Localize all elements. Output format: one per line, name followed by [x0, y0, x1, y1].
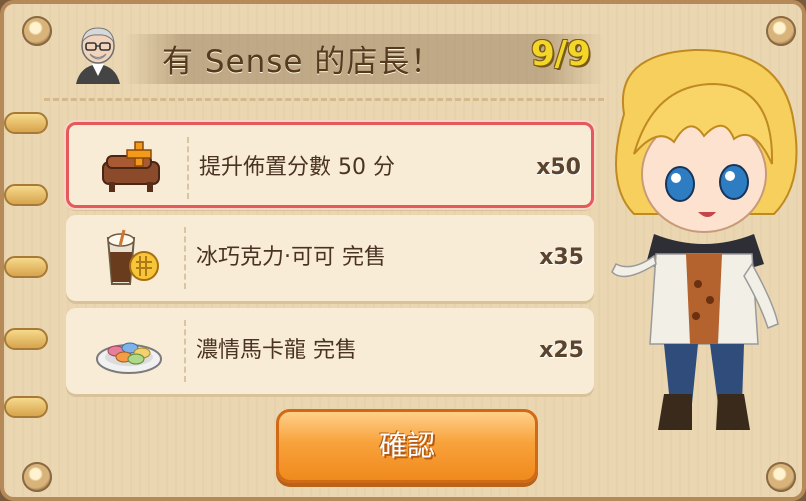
- binder-ring: [4, 256, 48, 278]
- row-separator: [184, 320, 186, 382]
- row-separator: [184, 227, 186, 289]
- reward-row-layout-score[interactable]: 提升佈置分數 50 分 x50: [66, 122, 594, 208]
- macaron-plate-icon: [96, 342, 162, 374]
- reward-quantity: x25: [539, 338, 584, 363]
- binder-ring: [4, 112, 48, 134]
- binder-ring: [4, 328, 48, 350]
- iced-chocolate-icon: [106, 229, 159, 285]
- furniture-plus-icon: [102, 141, 160, 192]
- quest-board: 有 Sense 的店長！ 9/9 提升佈置分數 50 分 x50 冰巧克力‧可可…: [0, 0, 806, 501]
- reward-quantity: x35: [539, 245, 584, 270]
- reward-label: 冰巧克力‧可可 完售: [196, 245, 386, 270]
- reward-row-iced-chocolate[interactable]: 冰巧克力‧可可 完售 x35: [66, 215, 594, 301]
- row-separator: [187, 137, 189, 199]
- reward-label: 濃情馬卡龍 完售: [196, 338, 357, 363]
- divider: [44, 98, 604, 101]
- reward-quantity: x50: [536, 155, 581, 180]
- binder-ring: [4, 396, 48, 418]
- progress-counter: 9/9: [531, 34, 591, 74]
- reward-label: 提升佈置分數 50 分: [199, 155, 395, 180]
- confirm-button[interactable]: 確認: [276, 409, 538, 483]
- screw-bottom-right: [766, 462, 796, 492]
- screw-top-left: [22, 16, 52, 46]
- binder-ring: [4, 184, 48, 206]
- screw-bottom-left: [22, 462, 52, 492]
- screw-top-right: [766, 16, 796, 46]
- page-title: 有 Sense 的店長！: [162, 44, 443, 80]
- manager-avatar-icon: [76, 27, 120, 84]
- reward-row-macaron[interactable]: 濃情馬卡龍 完售 x25: [66, 308, 594, 394]
- confirm-button-label: 確認: [378, 429, 435, 462]
- character-mascot: [611, 48, 798, 430]
